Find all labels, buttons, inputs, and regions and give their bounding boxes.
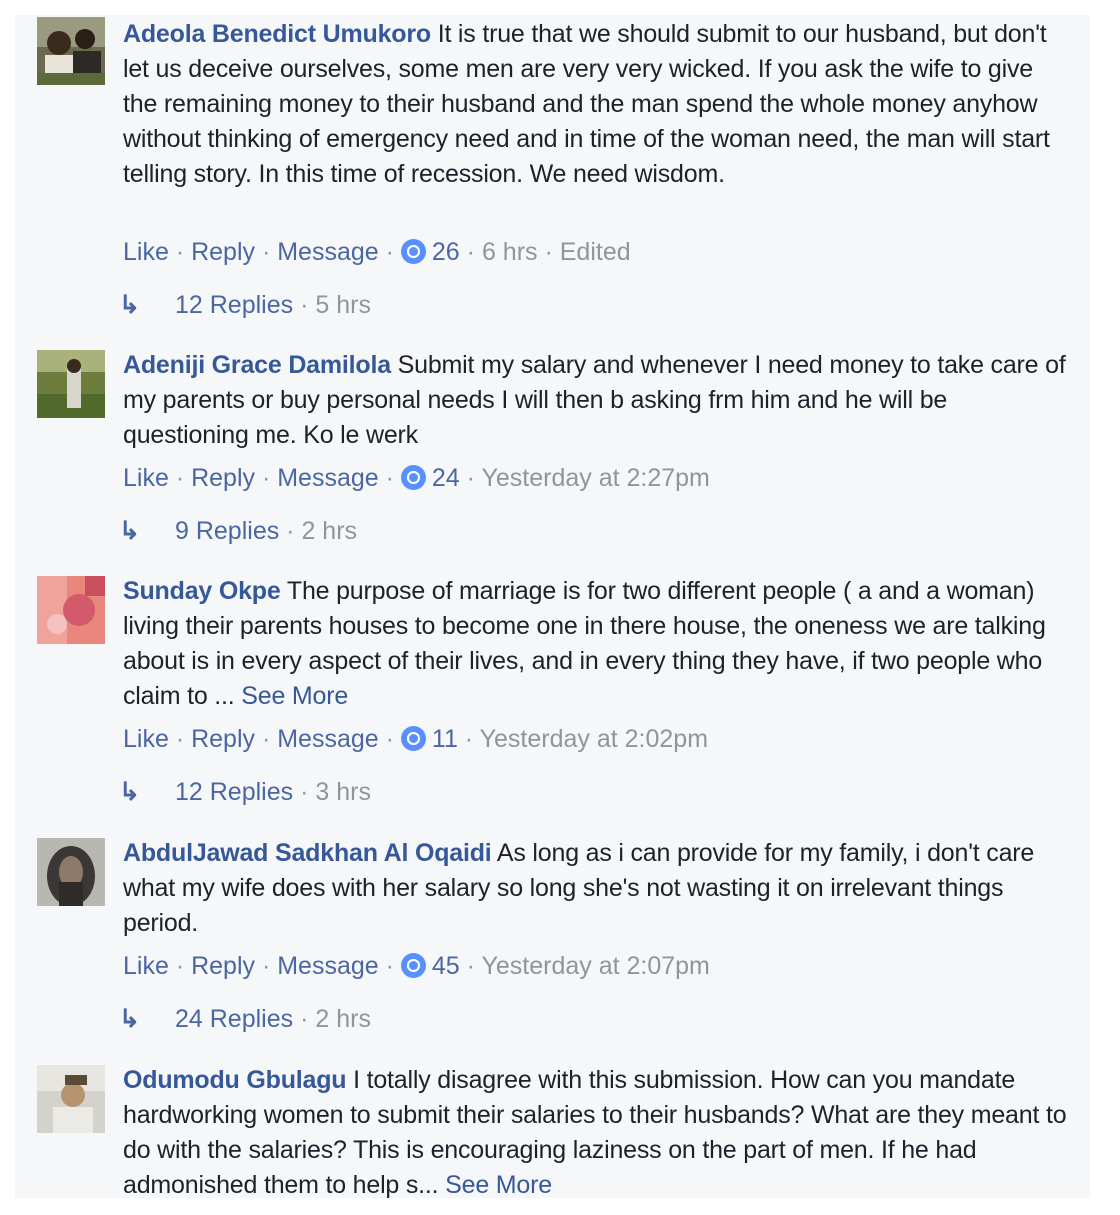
replies-row[interactable]: ↳ 24 Replies · 2 hrs (119, 1002, 371, 1037)
replies-time: 3 hrs (315, 778, 371, 806)
like-count[interactable]: 11 (432, 725, 458, 753)
replies-time: 2 hrs (315, 1005, 371, 1033)
message-link[interactable]: Message (277, 725, 378, 753)
see-more-link[interactable]: See More (445, 1171, 552, 1199)
replies-link[interactable]: 9 Replies (175, 517, 279, 545)
see-more-link[interactable]: See More (241, 682, 348, 710)
comment-timestamp[interactable]: 6 hrs (482, 238, 538, 266)
replies-row[interactable]: ↳ 12 Replies · 3 hrs (119, 775, 371, 810)
comment-body: Adeniji Grace Damilola Submit my salary … (123, 348, 1068, 453)
reply-link[interactable]: Reply (191, 238, 255, 266)
comment-author[interactable]: AbdulJawad Sadkhan Al Oqaidi (123, 839, 492, 867)
like-thumb-icon[interactable] (400, 465, 426, 490)
comment-actions: Like · Reply · Message · 45 · Yesterday … (123, 952, 710, 980)
edited-label[interactable]: Edited (560, 238, 631, 266)
message-link[interactable]: Message (277, 238, 378, 266)
reply-link[interactable]: Reply (191, 464, 255, 492)
reply-arrow-icon: ↳ (119, 1005, 140, 1033)
replies-row[interactable]: ↳ 9 Replies · 2 hrs (119, 514, 357, 549)
like-count[interactable]: 45 (432, 952, 460, 980)
like-thumb-icon[interactable] (400, 953, 426, 978)
reply-link[interactable]: Reply (191, 725, 255, 753)
comment-timestamp[interactable]: Yesterday at 2:07pm (481, 952, 709, 980)
like-thumb-icon[interactable] (400, 726, 426, 751)
comment-author[interactable]: Adeola Benedict Umukoro (123, 20, 431, 48)
replies-link[interactable]: 24 Replies (175, 1005, 293, 1033)
comment-timestamp[interactable]: Yesterday at 2:27pm (481, 464, 709, 492)
comment-body: Adeola Benedict Umukoro It is true that … (123, 17, 1068, 192)
avatar[interactable] (37, 17, 105, 85)
like-link[interactable]: Like (123, 464, 169, 492)
like-count[interactable]: 24 (432, 464, 460, 492)
replies-time: 2 hrs (301, 517, 358, 545)
comment-actions: Like · Reply · Message · 11 · Yesterday … (123, 725, 709, 753)
avatar[interactable] (37, 350, 105, 418)
message-link[interactable]: Message (277, 952, 378, 980)
replies-link[interactable]: 12 Replies (175, 291, 293, 319)
comment-actions: Like · Reply · Message · 26 · 6 hrs · Ed… (123, 238, 631, 266)
replies-time: 5 hrs (315, 291, 371, 319)
comment-body: AbdulJawad Sadkhan Al Oqaidi As long as … (123, 836, 1068, 941)
message-link[interactable]: Message (277, 464, 378, 492)
like-link[interactable]: Like (123, 952, 169, 980)
reply-arrow-icon: ↳ (119, 517, 140, 545)
reply-arrow-icon: ↳ (119, 778, 140, 806)
replies-link[interactable]: 12 Replies (175, 778, 293, 806)
like-thumb-icon[interactable] (400, 239, 426, 264)
comments-panel: Adeola Benedict Umukoro It is true that … (15, 15, 1090, 1199)
comment-author[interactable]: Odumodu Gbulagu (123, 1066, 347, 1094)
comment-author[interactable]: Adeniji Grace Damilola (123, 351, 391, 379)
replies-row[interactable]: ↳ 12 Replies · 5 hrs (119, 288, 371, 323)
like-link[interactable]: Like (123, 238, 169, 266)
comment-body: Odumodu Gbulagu I totally disagree with … (123, 1063, 1068, 1203)
avatar[interactable] (37, 576, 105, 644)
comment-body: Sunday Okpe The purpose of marriage is f… (123, 574, 1068, 714)
like-count[interactable]: 26 (432, 238, 460, 266)
like-link[interactable]: Like (123, 725, 169, 753)
comment-timestamp[interactable]: Yesterday at 2:02pm (480, 725, 708, 753)
avatar[interactable] (37, 838, 105, 906)
comment-author[interactable]: Sunday Okpe (123, 577, 281, 605)
reply-arrow-icon: ↳ (119, 291, 140, 319)
avatar[interactable] (37, 1065, 105, 1133)
comment-actions: Like · Reply · Message · 24 · Yesterday … (123, 464, 710, 492)
reply-link[interactable]: Reply (191, 952, 255, 980)
